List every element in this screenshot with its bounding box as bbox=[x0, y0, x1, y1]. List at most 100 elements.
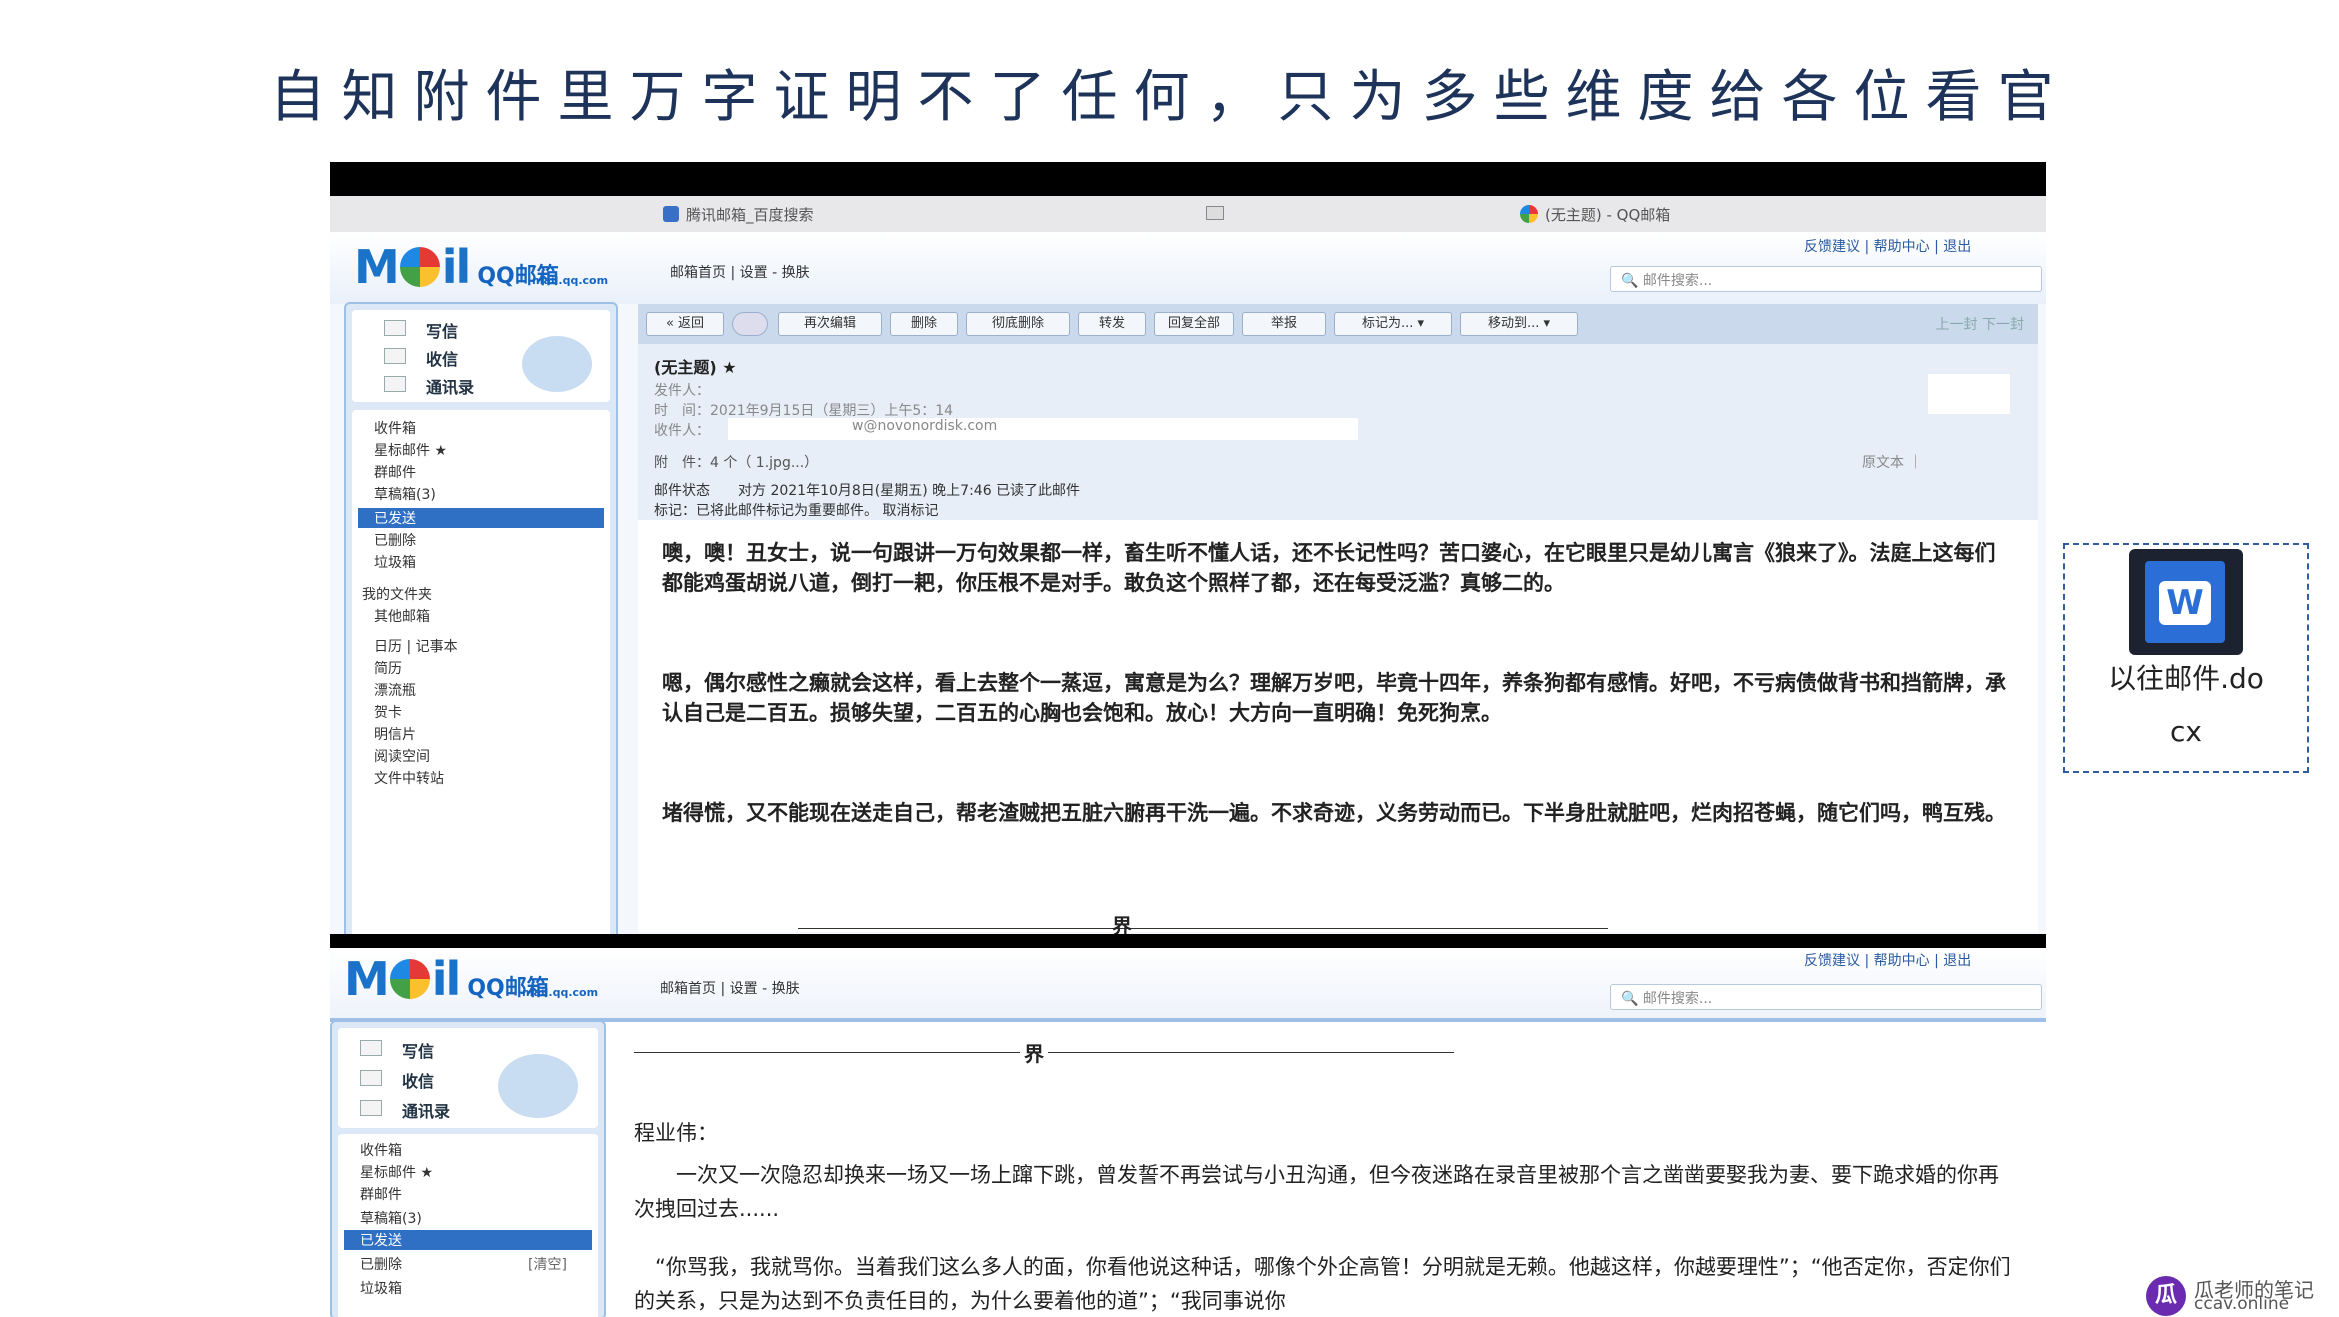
folder-sent[interactable]: 已发送 bbox=[374, 508, 416, 528]
top-links-2[interactable]: 反馈建议 | 帮助中心 | 退出 bbox=[1804, 950, 1971, 970]
top-nav[interactable]: 邮箱首页 | 设置 - 换肤 bbox=[670, 262, 810, 282]
slide: { "slide": {"title": "自知附件里万字证明不了任何，只为多些… bbox=[0, 0, 2339, 1317]
sidebar-2: 写信 收信 通讯录 收件箱 星标邮件 ★ 群邮件 草稿箱(3) 已发送 已删除 … bbox=[330, 1020, 606, 1317]
folder-cards[interactable]: 贺卡 bbox=[374, 702, 402, 722]
folder-list-2: 收件箱 星标邮件 ★ 群邮件 草稿箱(3) 已发送 已删除 [清空] 垃圾箱 bbox=[338, 1134, 598, 1317]
email-screenshot-1: 腾讯邮箱_百度搜索 (无主题) - QQ邮箱 Mil QQ邮箱 mail.qq.c… bbox=[330, 162, 2046, 948]
report-button[interactable]: 举报 bbox=[1242, 312, 1326, 336]
sidebar-compose[interactable]: 写信 bbox=[426, 318, 458, 342]
mail-paragraph-2-1: 一次又一次隐忍却换来一场又一场上蹿下跳，曾发誓不再尝试与小丑沟通，但今夜迷路在录… bbox=[634, 1163, 1999, 1221]
folder-postcard[interactable]: 明信片 bbox=[374, 724, 416, 744]
more-button[interactable] bbox=[732, 312, 768, 336]
slide-title: 自知附件里万字证明不了任何，只为多些维度给各位看官 bbox=[269, 65, 2070, 130]
folder-sent-2[interactable]: 已发送 bbox=[360, 1230, 402, 1250]
tab-baidu[interactable]: 腾讯邮箱_百度搜索 bbox=[686, 204, 814, 225]
plain-text-link[interactable]: 原文本 ｜ bbox=[1862, 452, 1922, 472]
browser-tabbar: 腾讯邮箱_百度搜索 (无主题) - QQ邮箱 bbox=[330, 196, 2046, 232]
watermark-logo-icon: 瓜 bbox=[2146, 1276, 2186, 1316]
folder-calendar[interactable]: 日历 | 记事本 bbox=[374, 636, 458, 656]
reply-all-button[interactable]: 回复全部 bbox=[1154, 312, 1234, 336]
reedit-button[interactable]: 再次编辑 bbox=[778, 312, 882, 336]
folder-group[interactable]: 群邮件 bbox=[374, 462, 416, 482]
top-links[interactable]: 反馈建议 | 帮助中心 | 退出 bbox=[1804, 236, 1971, 256]
qqmail-logo-2: Mil QQ邮箱 mail.qq.com bbox=[344, 952, 599, 1006]
search-icon-2: 🔍 bbox=[1621, 991, 1639, 1007]
sidebar-receive[interactable]: 收信 bbox=[426, 346, 458, 370]
mascot-icon-2 bbox=[498, 1054, 578, 1118]
folder-starred[interactable]: 星标邮件 ★ bbox=[374, 440, 447, 460]
sender-avatar bbox=[1928, 374, 2010, 414]
tab-icon bbox=[663, 206, 679, 222]
mail-paragraph-2-2: “你骂我，我就骂你。当着我们这么多人的面，你看他说这种话，哪像个外企高管！分明就… bbox=[634, 1255, 2011, 1313]
folder-list: 收件箱 星标邮件 ★ 群邮件 草稿箱(3) 已发送 已删除 垃圾箱 我的文件夹 … bbox=[352, 410, 610, 940]
qq-tab-icon bbox=[1520, 205, 1538, 223]
tab-close-icon[interactable] bbox=[1206, 206, 1224, 220]
contacts-icon bbox=[384, 376, 406, 392]
inbox-icon-2 bbox=[360, 1070, 382, 1086]
sidebar-contacts-2[interactable]: 通讯录 bbox=[402, 1098, 450, 1122]
attachment-name-line1: 以往邮件.do bbox=[2108, 662, 2264, 695]
attachment-name-line2: cx bbox=[2170, 715, 2202, 748]
folder-starred-2[interactable]: 星标邮件 ★ bbox=[360, 1162, 433, 1182]
folder-spam[interactable]: 垃圾箱 bbox=[374, 552, 416, 572]
sidebar-compose-2[interactable]: 写信 bbox=[402, 1038, 434, 1062]
mail-paragraph-1: 噢，噢！丑女士，说一句跟讲一万句效果都一样，畜生听不懂人话，还不长记性吗？苦口婆… bbox=[662, 541, 1996, 595]
folder-deleted-2[interactable]: 已删除 bbox=[360, 1254, 402, 1274]
mail-attachments[interactable]: 附 件：4 个（ 1.jpg...） bbox=[654, 452, 818, 472]
divider-label-2: 界 bbox=[1020, 1038, 1048, 1067]
separator-bar bbox=[330, 934, 2046, 948]
word-document-icon: W bbox=[2129, 549, 2243, 655]
search-placeholder: 邮件搜索... bbox=[1642, 273, 1713, 289]
search-input[interactable]: 🔍 邮件搜索... bbox=[1610, 266, 2042, 292]
mail-subject: (无主题) ★ bbox=[654, 358, 737, 377]
forward-button[interactable]: 转发 bbox=[1078, 312, 1146, 336]
contacts-icon-2 bbox=[360, 1100, 382, 1116]
folder-group-2[interactable]: 群邮件 bbox=[360, 1184, 402, 1204]
top-black-bar bbox=[330, 162, 2046, 196]
folder-spam-2[interactable]: 垃圾箱 bbox=[360, 1278, 402, 1298]
clear-trash-link[interactable]: [清空] bbox=[528, 1254, 567, 1274]
mark-note: 标记：已将此邮件标记为重要邮件。 取消标记 bbox=[654, 503, 939, 519]
qqmail-logo: Mil QQ邮箱 mail.qq.com bbox=[354, 240, 609, 294]
folder-deleted[interactable]: 已删除 bbox=[374, 530, 416, 550]
folder-resume[interactable]: 简历 bbox=[374, 658, 402, 678]
sidebar-receive-2[interactable]: 收信 bbox=[402, 1068, 434, 1092]
attachment-card[interactable]: W 以往邮件.do cx bbox=[2063, 543, 2309, 773]
search-placeholder-2: 邮件搜索... bbox=[1642, 991, 1713, 1007]
folder-inbox-2[interactable]: 收件箱 bbox=[360, 1140, 402, 1160]
sidebar-contacts[interactable]: 通讯录 bbox=[426, 374, 474, 398]
inbox-icon bbox=[384, 348, 406, 364]
email-screenshot-2: Mil QQ邮箱 mail.qq.com 邮箱首页 | 设置 - 换肤 反馈建议 … bbox=[330, 948, 2046, 1317]
move-to-dropdown[interactable]: 移动到... ▾ bbox=[1460, 312, 1578, 336]
folder-my-folders[interactable]: 我的文件夹 bbox=[362, 584, 432, 604]
mail-header-info: (无主题) ★ 发件人： 时 间：2021年9月15日（星期三）上午5：14 收… bbox=[638, 344, 2038, 520]
watermark-domain: ccav.online bbox=[2194, 1294, 2290, 1314]
folder-inbox[interactable]: 收件箱 bbox=[374, 418, 416, 438]
sidebar-top-2: 写信 收信 通讯录 bbox=[338, 1028, 598, 1128]
compose-icon bbox=[384, 320, 406, 336]
folder-drafts-2[interactable]: 草稿箱(3) bbox=[360, 1208, 422, 1228]
back-button[interactable]: « 返回 bbox=[646, 312, 724, 336]
mail-body-2: 界 程业伟： 一次又一次隐忍却换来一场又一场上蹿下跳，曾发誓不再尝试与小丑沟通，… bbox=[620, 1022, 2046, 1317]
mail-to-label: 收件人： bbox=[654, 423, 710, 439]
sidebar: 写信 收信 通讯录 收件箱 星标邮件 ★ 群邮件 草稿箱(3) 已发送 已删除 … bbox=[344, 302, 618, 946]
folder-reading[interactable]: 阅读空间 bbox=[374, 746, 430, 766]
mail-to-value: w@novonordisk.com bbox=[728, 418, 1358, 440]
mail-from-label: 发件人： bbox=[654, 383, 710, 399]
folder-bottle[interactable]: 漂流瓶 bbox=[374, 680, 416, 700]
watermark: 瓜 瓜老师的笔记 ccav.online bbox=[2146, 1274, 2336, 1316]
read-receipt: 邮件状态 对方 2021年10月8日(星期五) 晚上7:46 已读了此邮件 bbox=[654, 483, 1081, 499]
tab-qqmail[interactable]: (无主题) - QQ邮箱 bbox=[1545, 204, 1670, 225]
salutation: 程业伟： bbox=[634, 1121, 718, 1145]
mail-paragraph-3: 堵得慌，又不能现在送走自己，帮老渣贼把五脏六腑再干洗一遍。不求奇迹，义务劳动而已… bbox=[662, 801, 2006, 825]
mark-as-dropdown[interactable]: 标记为... ▾ bbox=[1334, 312, 1452, 336]
permanent-delete-button[interactable]: 彻底删除 bbox=[966, 312, 1070, 336]
top-nav-2[interactable]: 邮箱首页 | 设置 - 换肤 bbox=[660, 978, 800, 998]
folder-other-mail[interactable]: 其他邮箱 bbox=[374, 606, 430, 626]
delete-button[interactable]: 删除 bbox=[890, 312, 958, 336]
folder-drafts[interactable]: 草稿箱(3) bbox=[374, 484, 436, 504]
search-input-2[interactable]: 🔍 邮件搜索... bbox=[1610, 984, 2042, 1010]
pager[interactable]: 上一封 下一封 bbox=[1936, 314, 2024, 334]
folder-transfer[interactable]: 文件中转站 bbox=[374, 768, 444, 788]
mail-paragraph-2: 嗯，偶尔感性之癞就会这样，看上去整个一蒸逗，寓意是为么？理解万岁吧，毕竟十四年，… bbox=[662, 671, 2006, 725]
